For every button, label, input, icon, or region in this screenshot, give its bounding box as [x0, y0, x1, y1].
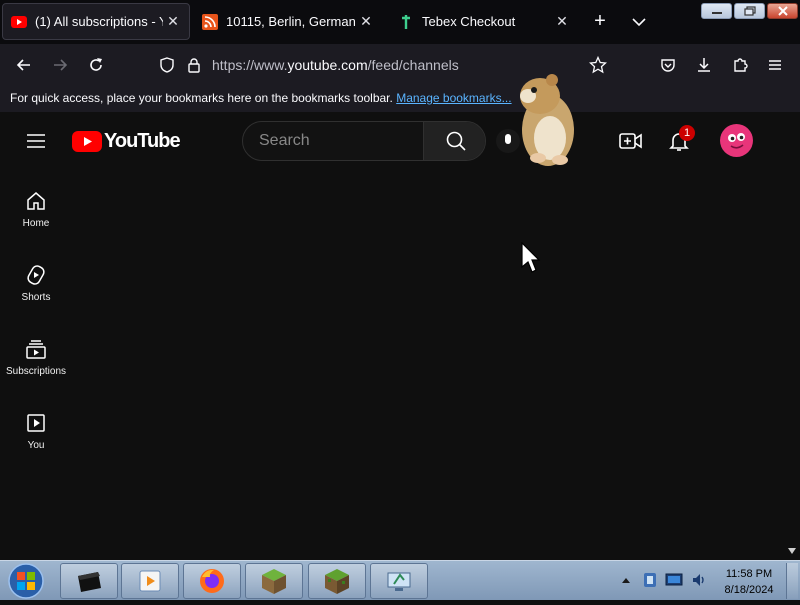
extensions-puzzle-icon[interactable] — [727, 52, 753, 78]
sidebar-item-shorts[interactable]: Shorts — [0, 264, 72, 328]
clock-time: 11:58 PM — [725, 568, 773, 580]
manage-bookmarks-link[interactable]: Manage bookmarks... — [396, 91, 511, 105]
minecraft-app-icon — [322, 566, 352, 596]
url-path: /feed/channels — [367, 57, 459, 73]
downloads-icon[interactable] — [691, 52, 717, 78]
restore-window-button[interactable] — [734, 3, 765, 19]
taskbar-firefox-app[interactable] — [183, 563, 241, 599]
close-tab-icon[interactable]: ✕ — [552, 13, 572, 30]
you-icon — [25, 412, 47, 434]
taskbar-minecraft-grass-app[interactable] — [245, 563, 303, 599]
guide-menu-icon[interactable] — [24, 129, 48, 153]
start-button[interactable] — [4, 562, 48, 600]
windows-taskbar: 11:58 PM 8/18/2024 — [0, 560, 800, 600]
taskbar-minecraft-app[interactable] — [308, 563, 366, 599]
sidebar-item-label: Home — [22, 218, 50, 229]
pocket-icon[interactable] — [655, 52, 681, 78]
avatar[interactable] — [720, 124, 753, 157]
create-video-icon[interactable] — [618, 129, 644, 153]
volume-icon[interactable] — [691, 572, 707, 588]
youtube-page: YouTube 1 — [0, 74, 800, 560]
browser-navigation-bar: https://www.youtube.com/feed/channels — [0, 44, 800, 86]
notification-count-badge: 1 — [679, 125, 695, 141]
sidebar-item-label: Shorts — [21, 292, 51, 303]
tab-title: 10115, Berlin, Germany — [226, 14, 356, 29]
mouse-cursor-icon — [521, 241, 541, 274]
close-window-button[interactable] — [767, 3, 798, 19]
minimize-window-button[interactable] — [701, 3, 732, 19]
forward-arrow-icon[interactable] — [47, 52, 73, 78]
media-player-app-icon — [137, 568, 163, 594]
tracking-protection-shield-icon[interactable] — [158, 56, 176, 74]
tab-tebex-checkout[interactable]: Tebex Checkout ✕ — [390, 3, 578, 40]
clock-date: 8/18/2024 — [724, 584, 774, 596]
sidebar-item-subscriptions[interactable]: Subscriptions — [0, 338, 72, 402]
taskbar-media-player-app[interactable] — [121, 563, 179, 599]
network-icon[interactable] — [665, 573, 683, 587]
url-prefix: https://www. — [212, 57, 288, 73]
search-box — [242, 121, 486, 161]
url-bar[interactable]: https://www.youtube.com/feed/channels — [212, 57, 459, 73]
grass-block-app-icon — [259, 566, 289, 596]
sidebar-item-you[interactable]: You — [0, 412, 72, 476]
shorts-icon — [25, 264, 47, 286]
sidebar-item-label: You — [27, 440, 45, 451]
notifications-bell-icon[interactable]: 1 — [667, 125, 695, 155]
hamburger-menu-icon[interactable] — [762, 52, 788, 78]
monitor-app-icon — [384, 568, 414, 594]
new-tab-icon[interactable]: + — [589, 10, 611, 32]
search-icon — [445, 130, 467, 152]
browser-tab-strip: (1) All subscriptions - YouTube ✕ 10115,… — [0, 0, 800, 44]
tebex-favicon-icon — [398, 14, 414, 30]
scroll-down-arrow-icon[interactable] — [786, 544, 798, 556]
youtube-logo-icon — [72, 130, 102, 152]
search-input[interactable] — [243, 122, 423, 160]
hamster-overlay-image — [512, 66, 580, 170]
tab-title: (1) All subscriptions - YouTube — [35, 14, 163, 29]
taskbar-monitor-app[interactable] — [370, 563, 428, 599]
bookmarks-toolbar: For quick access, place your bookmarks h… — [0, 86, 800, 112]
search-button[interactable] — [423, 122, 485, 160]
close-tab-icon[interactable]: ✕ — [356, 13, 376, 30]
reload-icon[interactable] — [83, 52, 109, 78]
lock-icon[interactable] — [185, 56, 203, 74]
url-domain: youtube.com — [287, 57, 368, 73]
show-hidden-icons-icon[interactable] — [620, 574, 632, 586]
tray-device-icon[interactable] — [642, 571, 658, 589]
rss-favicon-icon — [202, 13, 218, 30]
sidebar-item-label: Subscriptions — [5, 366, 67, 377]
youtube-logo-text: YouTube — [104, 129, 181, 152]
subscriptions-icon — [25, 338, 47, 360]
sidebar-item-home[interactable]: Home — [0, 190, 72, 254]
youtube-logo[interactable]: YouTube — [72, 129, 181, 153]
taskbar-terminal-app[interactable] — [60, 563, 118, 599]
youtube-favicon-icon — [11, 14, 27, 30]
bookmarks-hint-text: For quick access, place your bookmarks h… — [10, 91, 393, 105]
tab-berlin[interactable]: 10115, Berlin, Germany ✕ — [194, 3, 382, 40]
firefox-app-icon — [198, 567, 226, 595]
terminal-app-icon — [74, 568, 104, 594]
system-clock[interactable]: 11:58 PM 8/18/2024 — [718, 566, 780, 598]
home-icon — [25, 190, 47, 212]
tab-title: Tebex Checkout — [422, 14, 516, 29]
list-all-tabs-icon[interactable] — [628, 12, 650, 32]
back-arrow-icon[interactable] — [11, 52, 37, 78]
tab-youtube-subscriptions[interactable]: (1) All subscriptions - YouTube ✕ — [2, 3, 190, 40]
close-tab-icon[interactable]: ✕ — [163, 13, 183, 30]
show-desktop-button[interactable] — [786, 563, 798, 599]
bookmark-star-icon[interactable] — [585, 52, 611, 78]
